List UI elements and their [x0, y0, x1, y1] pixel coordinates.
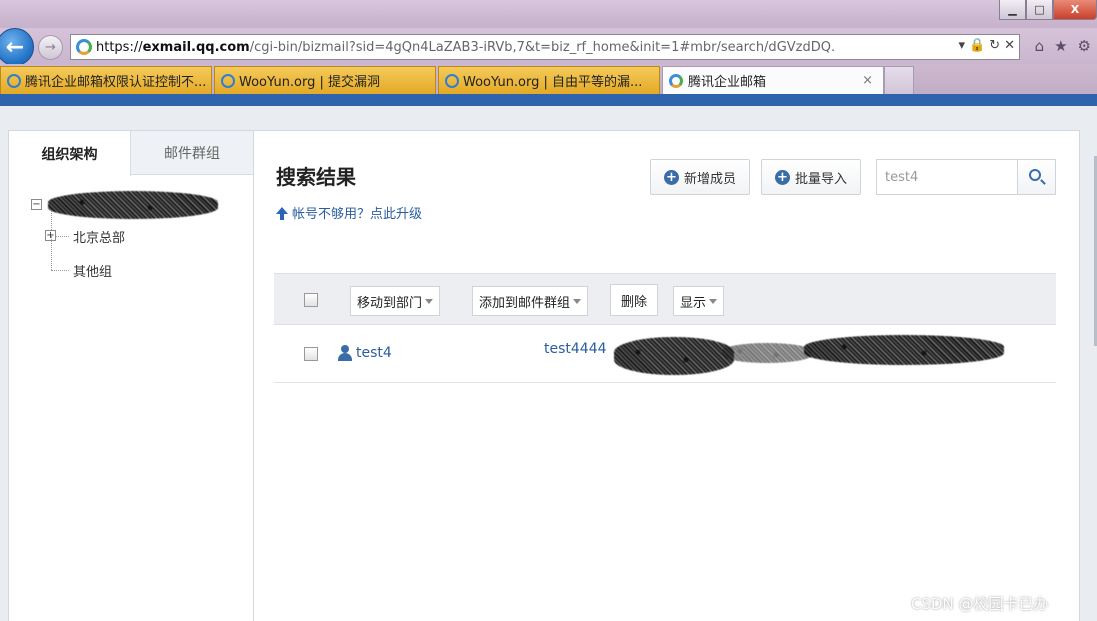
display-label: 显示 [680, 295, 707, 311]
collapse-toggle-icon[interactable]: − [31, 198, 42, 210]
move-to-dept-dropdown[interactable]: 移动到部门 [350, 286, 441, 316]
table-row[interactable]: test4 test4444 [274, 325, 1056, 383]
user-icon [338, 345, 352, 361]
ie-page-icon [445, 73, 459, 88]
new-tab-button[interactable] [884, 66, 914, 94]
member-search [876, 159, 1056, 195]
add-member-button[interactable]: + 新增成员 [650, 159, 750, 195]
bulk-import-button[interactable]: + 批量导入 [761, 159, 861, 195]
search-icon [1029, 169, 1041, 181]
results-toolbar: 移动到部门 添加到邮件群组 删除 显示 [274, 273, 1056, 325]
header-accent-bar [0, 94, 1097, 106]
home-icon[interactable]: ⌂ [1035, 37, 1045, 55]
address-dropdown-icon[interactable]: ▾ [958, 38, 965, 53]
minimize-button[interactable]: ▁ [999, 0, 1026, 20]
address-tools: ▾ 🔒 ↻ ✕ [958, 38, 1015, 53]
search-button[interactable] [1017, 160, 1055, 194]
ie-page-icon [221, 73, 235, 88]
chevron-down-icon [709, 298, 718, 304]
page-title: 搜索结果 [276, 165, 356, 189]
move-to-dept-label: 移动到部门 [357, 295, 423, 311]
member-email: test4444 [544, 341, 607, 357]
plus-circle-icon: + [774, 169, 790, 185]
ie-page-icon [7, 73, 21, 88]
address-path: /cgi-bin/bizmail?sid=4gQn4LaZAB3-iRVb,7&… [249, 39, 836, 55]
browser-nav-icons: ⌂ ★ ⚙ [1035, 37, 1091, 55]
back-button[interactable]: ← [0, 28, 34, 66]
tree-node-beijing[interactable]: + 北京总部 [31, 211, 251, 253]
browser-tab[interactable]: WooYun.org | 自由平等的漏... [438, 66, 660, 94]
favorites-star-icon[interactable]: ★ [1054, 37, 1067, 55]
org-sidebar: 组织架构 邮件群组 − + 北京总部 其他组 [8, 130, 254, 621]
site-favicon-icon [76, 39, 92, 55]
tab-close-icon[interactable]: × [862, 73, 873, 88]
browser-tab[interactable]: WooYun.org | 提交漏洞 [214, 66, 436, 94]
address-scheme: https:// [96, 39, 143, 55]
browser-tab[interactable]: 腾讯企业邮箱权限认证控制不... [0, 66, 212, 94]
delete-label: 删除 [621, 294, 648, 310]
address-domain: exmail.qq.com [142, 39, 250, 55]
tree-node-label: 北京总部 [73, 230, 126, 246]
stop-icon[interactable]: ✕ [1004, 38, 1015, 53]
window-controls: ▁ □ X [999, 0, 1097, 22]
tab-mail-groups[interactable]: 邮件群组 [131, 131, 253, 175]
tab-label: 腾讯企业邮箱 [688, 75, 767, 90]
browser-tabbar: 腾讯企业邮箱权限认证控制不... WooYun.org | 提交漏洞 WooYu… [0, 64, 1097, 94]
search-results-panel: 搜索结果 帐号不够用？点此升级 + 新增成员 + 批量导入 移动到部门 [254, 130, 1080, 621]
bulk-import-label: 批量导入 [794, 171, 847, 187]
browser-navbar: ← → https://exmail.qq.com/cgi-bin/bizmai… [0, 28, 1097, 66]
sidebar-tabs: 组织架构 邮件群组 [9, 131, 253, 176]
browser-tab-active[interactable]: 腾讯企业邮箱 × [662, 66, 884, 94]
add-member-label: 新增成员 [683, 171, 736, 187]
forward-button[interactable]: → [38, 35, 63, 60]
page-content: 组织架构 邮件群组 − + 北京总部 其他组 搜索结果 帐号不够用？点此升级 +… [0, 106, 1097, 621]
add-to-group-dropdown[interactable]: 添加到邮件群组 [472, 286, 589, 316]
forward-arrow-icon: → [45, 40, 56, 55]
tree-node-other[interactable]: 其他组 [31, 236, 251, 287]
tab-label: WooYun.org | 自由平等的漏... [463, 75, 643, 90]
search-input[interactable] [877, 160, 1017, 194]
site-favicon-icon [669, 73, 683, 88]
lock-icon[interactable]: 🔒 [969, 38, 985, 53]
close-window-button[interactable]: X [1053, 0, 1097, 20]
tools-gear-icon[interactable]: ⚙ [1078, 37, 1091, 55]
address-bar[interactable]: https://exmail.qq.com/cgi-bin/bizmail?si… [70, 34, 1020, 60]
upgrade-link[interactable]: 帐号不够用？点此升级 [276, 203, 422, 222]
watermark: CSDN @校园卡已办 [911, 595, 1049, 613]
tab-label: 腾讯企业邮箱权限认证控制不... [25, 75, 207, 90]
select-all-checkbox[interactable] [304, 293, 318, 307]
back-arrow-icon: ← [5, 34, 25, 60]
add-to-group-label: 添加到邮件群组 [479, 295, 571, 311]
tab-label: WooYun.org | 提交漏洞 [239, 75, 381, 90]
member-name[interactable]: test4 [356, 345, 392, 361]
tree-root[interactable]: − [31, 191, 251, 219]
refresh-icon[interactable]: ↻ [989, 38, 1000, 53]
chevron-down-icon [425, 298, 434, 304]
display-dropdown[interactable]: 显示 [673, 286, 725, 316]
upgrade-link-text: 帐号不够用？点此升级 [292, 207, 423, 222]
plus-circle-icon: + [663, 169, 679, 185]
row-checkbox[interactable] [304, 347, 318, 361]
redacted-email [614, 337, 734, 375]
tab-org-structure[interactable]: 组织架构 [9, 131, 131, 176]
up-arrow-icon [276, 207, 288, 220]
delete-button[interactable]: 删除 [610, 284, 659, 316]
org-tree: − + 北京总部 其他组 [31, 191, 251, 287]
chevron-down-icon [573, 298, 582, 304]
tree-node-label: 其他组 [73, 264, 113, 280]
redacted-org-name [48, 191, 218, 219]
maximize-button[interactable]: □ [1026, 0, 1053, 20]
